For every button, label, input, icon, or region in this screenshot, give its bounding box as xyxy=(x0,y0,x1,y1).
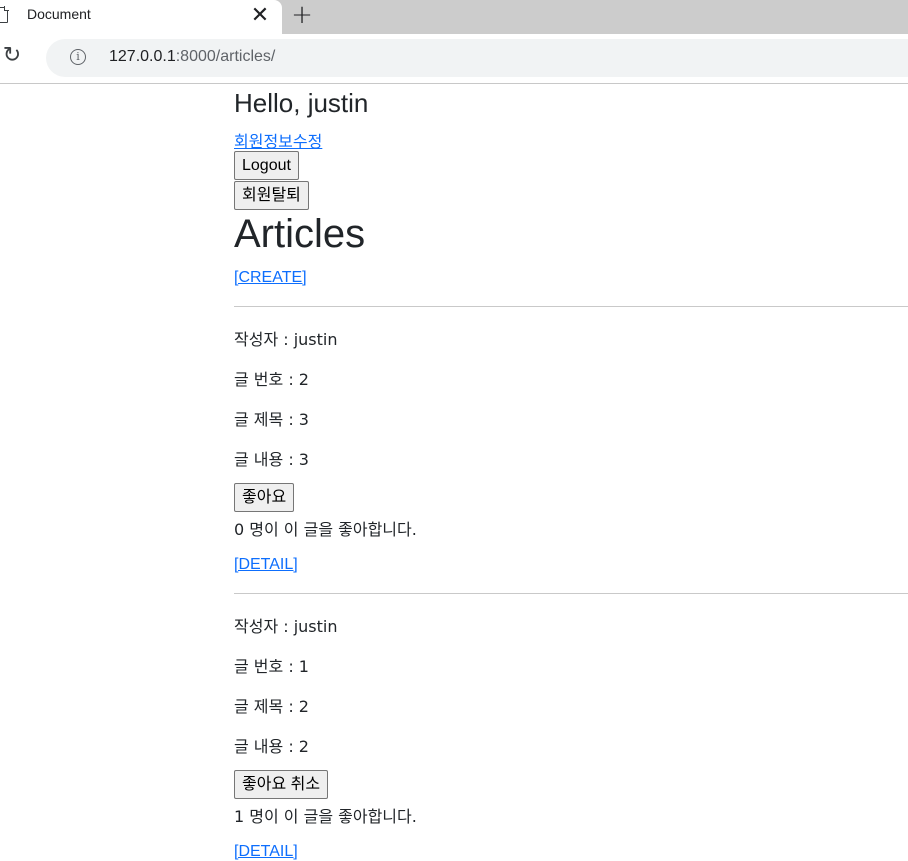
reload-icon[interactable]: ↻ xyxy=(0,44,24,68)
address-bar[interactable]: i 127.0.0.1:8000/articles/ xyxy=(46,39,908,77)
detail-link[interactable]: [DETAIL] xyxy=(234,843,298,861)
delete-account-button[interactable]: 회원탈퇴 xyxy=(234,181,309,210)
article-number: 글 번호 : 1 xyxy=(234,657,309,676)
browser-toolbar: ↻ i 127.0.0.1:8000/articles/ xyxy=(0,34,908,84)
unlike-button[interactable]: 좋아요 취소 xyxy=(234,770,329,799)
article-content: 글 내용 : 3 xyxy=(234,450,309,469)
url-path: :8000/articles/ xyxy=(175,48,276,65)
page-title: Articles xyxy=(234,212,366,256)
site-info-icon[interactable]: i xyxy=(70,49,86,65)
divider xyxy=(234,306,908,307)
article-content: 글 내용 : 2 xyxy=(234,737,309,756)
edit-profile-link[interactable]: 회원정보수정 xyxy=(234,128,322,152)
article-title: 글 제목 : 3 xyxy=(234,410,309,429)
divider xyxy=(234,593,908,594)
detail-link[interactable]: [DETAIL] xyxy=(234,556,298,574)
new-tab-icon[interactable]: + xyxy=(289,2,315,29)
article-author: 작성자 : justin xyxy=(234,617,338,636)
like-button[interactable]: 좋아요 xyxy=(234,483,295,512)
article-author: 작성자 : justin xyxy=(234,330,338,349)
article-number: 글 번호 : 2 xyxy=(234,370,309,389)
like-count: 0 명이 이 글을 좋아합니다. xyxy=(234,520,417,539)
url-host: 127.0.0.1 xyxy=(109,48,176,65)
browser-tab[interactable]: Document ✕ xyxy=(0,0,282,34)
close-tab-icon[interactable]: ✕ xyxy=(248,4,272,28)
tab-title: Document xyxy=(27,6,91,22)
url-text[interactable]: 127.0.0.1:8000/articles/ xyxy=(109,48,275,66)
logout-button[interactable]: Logout xyxy=(234,151,299,180)
like-count: 1 명이 이 글을 좋아합니다. xyxy=(234,807,417,826)
browser-tabstrip: Document ✕ + xyxy=(0,0,908,34)
document-icon xyxy=(0,6,9,23)
create-link[interactable]: [CREATE] xyxy=(234,269,307,287)
greeting-heading: Hello, justin xyxy=(234,88,369,118)
article-title: 글 제목 : 2 xyxy=(234,697,309,716)
